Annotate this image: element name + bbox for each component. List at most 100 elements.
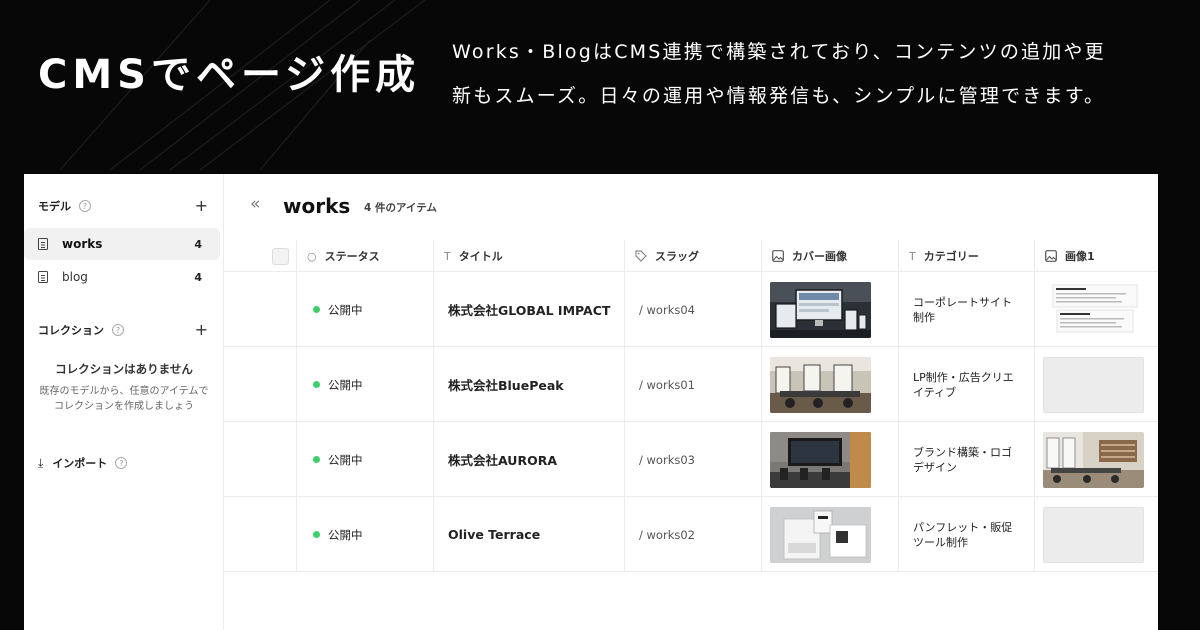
hero-headline: CMSでページ作成	[38, 52, 421, 98]
status-label: 公開中	[328, 527, 363, 542]
cover-image-cell	[761, 347, 898, 422]
hero-description: Works・BlogはCMS連携で構築されており、コンテンツの追加や更 新もスム…	[452, 30, 1172, 118]
slug-cell: / works01	[624, 347, 761, 422]
title-cell: 株式会社GLOBAL IMPACT	[433, 272, 624, 347]
document-icon	[38, 238, 48, 250]
category-line: ブランド構築・ロゴ	[913, 445, 1012, 459]
cover-thumbnail[interactable]	[770, 432, 871, 488]
column-title[interactable]: T タイトル	[433, 240, 624, 272]
cms-window: モデル ? + works 4 blog 4 コレクション ? + コレクション…	[24, 174, 1158, 630]
category-line: イティブ	[913, 385, 957, 399]
status-cell: 公開中	[296, 497, 433, 572]
column-slug[interactable]: スラッグ	[624, 240, 761, 272]
column-label: 画像1	[1065, 250, 1095, 263]
sidebar-item-label: works	[62, 237, 103, 251]
add-collection-button[interactable]: +	[195, 320, 208, 340]
page-title: works	[283, 194, 351, 218]
item-count: 4 件のアイテム	[364, 202, 437, 214]
slug-cell: / works02	[624, 497, 761, 572]
column-label: カテゴリー	[923, 250, 979, 263]
collections-header: コレクション ? +	[38, 320, 208, 340]
help-icon[interactable]: ?	[112, 324, 124, 336]
help-icon[interactable]: ?	[79, 200, 91, 212]
add-model-button[interactable]: +	[195, 196, 208, 216]
document-icon	[38, 271, 48, 283]
collections-label: コレクション	[38, 324, 104, 337]
category-line: ツール制作	[913, 535, 968, 549]
category-line: コーポレートサイト	[913, 295, 1012, 309]
column-label: ステータス	[324, 250, 380, 263]
sidebar: モデル ? + works 4 blog 4 コレクション ? + コレクション…	[24, 174, 224, 630]
cover-thumbnail[interactable]	[770, 282, 871, 338]
empty-note-line: コレクションを作成しましょう	[54, 401, 194, 412]
status-dot	[313, 306, 320, 313]
main-panel: « works 4 件のアイテム ○ ステータス T タイトル スラッグ カバー…	[224, 174, 1158, 630]
column-label: スラッグ	[655, 250, 699, 263]
import-button[interactable]: ⤓ インポート ?	[38, 455, 128, 471]
text-icon: T	[444, 249, 451, 263]
status-label: 公開中	[328, 452, 363, 467]
slug-cell: / works03	[624, 422, 761, 497]
tag-icon	[635, 250, 647, 262]
hero-description-line: Works・BlogはCMS連携で構築されており、コンテンツの追加や更	[452, 41, 1106, 63]
cover-thumbnail[interactable]	[770, 357, 871, 413]
table-row[interactable]: 公開中 株式会社GLOBAL IMPACT / works04 コーポレートサイ…	[224, 272, 1158, 347]
title-cell: Olive Terrace	[433, 497, 624, 572]
slug-cell: / works04	[624, 272, 761, 347]
image1-empty-placeholder[interactable]	[1043, 507, 1144, 563]
table-header: ○ ステータス T タイトル スラッグ カバー画像 T カテゴリー 画像1	[224, 240, 1158, 272]
title-cell: 株式会社AURORA	[433, 422, 624, 497]
download-icon: ⤓	[38, 455, 44, 470]
cover-thumbnail[interactable]	[770, 507, 871, 563]
column-category[interactable]: T カテゴリー	[898, 240, 1034, 272]
cover-image-cell	[761, 497, 898, 572]
sidebar-item-works[interactable]: works 4	[24, 228, 220, 260]
models-label: モデル	[38, 200, 71, 213]
image-icon	[772, 250, 784, 262]
table-row[interactable]: 公開中 株式会社AURORA / works03 ブランド構築・ロゴ デザイン	[224, 422, 1158, 497]
category-line: デザイン	[913, 460, 957, 474]
column-image1[interactable]: 画像1	[1034, 240, 1158, 272]
image1-thumbnail[interactable]	[1043, 432, 1144, 488]
category-cell: コーポレートサイト 制作	[898, 272, 1035, 347]
status-cell: 公開中	[296, 422, 433, 497]
status-label: 公開中	[328, 377, 363, 392]
image1-cell	[1034, 272, 1158, 347]
collapse-sidebar-icon[interactable]: «	[250, 194, 260, 214]
category-line: 制作	[913, 310, 935, 324]
empty-note-line: 既存のモデルから、任意のアイテムで	[39, 386, 209, 397]
cover-image-cell	[761, 272, 898, 347]
status-cell: 公開中	[296, 347, 433, 422]
help-icon[interactable]: ?	[115, 457, 128, 469]
select-all-checkbox[interactable]	[272, 248, 289, 265]
column-cover-image[interactable]: カバー画像	[761, 240, 898, 272]
column-label: タイトル	[458, 250, 503, 263]
status-label: 公開中	[328, 302, 363, 317]
column-label: カバー画像	[792, 250, 847, 263]
sidebar-item-count: 4	[194, 237, 202, 251]
image1-empty-placeholder[interactable]	[1043, 357, 1144, 413]
status-dot	[313, 456, 320, 463]
import-label: インポート	[52, 457, 108, 470]
image1-cell	[1034, 422, 1158, 497]
title-cell: 株式会社BluePeak	[433, 347, 624, 422]
sidebar-item-blog[interactable]: blog 4	[24, 261, 220, 293]
category-cell: パンフレット・販促 ツール制作	[898, 497, 1035, 572]
category-cell: LP制作・広告クリエ イティブ	[898, 347, 1035, 422]
sidebar-item-label: blog	[62, 270, 88, 284]
table-row[interactable]: 公開中 株式会社BluePeak / works01 LP制作・広告クリエ イテ…	[224, 347, 1158, 422]
image1-thumbnail[interactable]	[1043, 282, 1144, 338]
hero-description-line: 新もスムーズ。日々の運用や情報発信も、シンプルに管理できます。	[452, 85, 1106, 107]
empty-collections-note: 既存のモデルから、任意のアイテムで コレクションを作成しましょう	[24, 384, 224, 414]
image1-cell	[1034, 347, 1158, 422]
image-icon	[1045, 250, 1057, 262]
table-row[interactable]: 公開中 Olive Terrace / works02 パンフレット・販促 ツー…	[224, 497, 1158, 572]
status-dot	[313, 531, 320, 538]
image1-cell	[1034, 497, 1158, 572]
text-icon: T	[909, 249, 916, 263]
cover-image-cell	[761, 422, 898, 497]
column-status[interactable]: ○ ステータス	[296, 240, 433, 272]
category-cell: ブランド構築・ロゴ デザイン	[898, 422, 1035, 497]
category-line: LP制作・広告クリエ	[913, 370, 1014, 384]
circle-icon: ○	[307, 249, 317, 263]
